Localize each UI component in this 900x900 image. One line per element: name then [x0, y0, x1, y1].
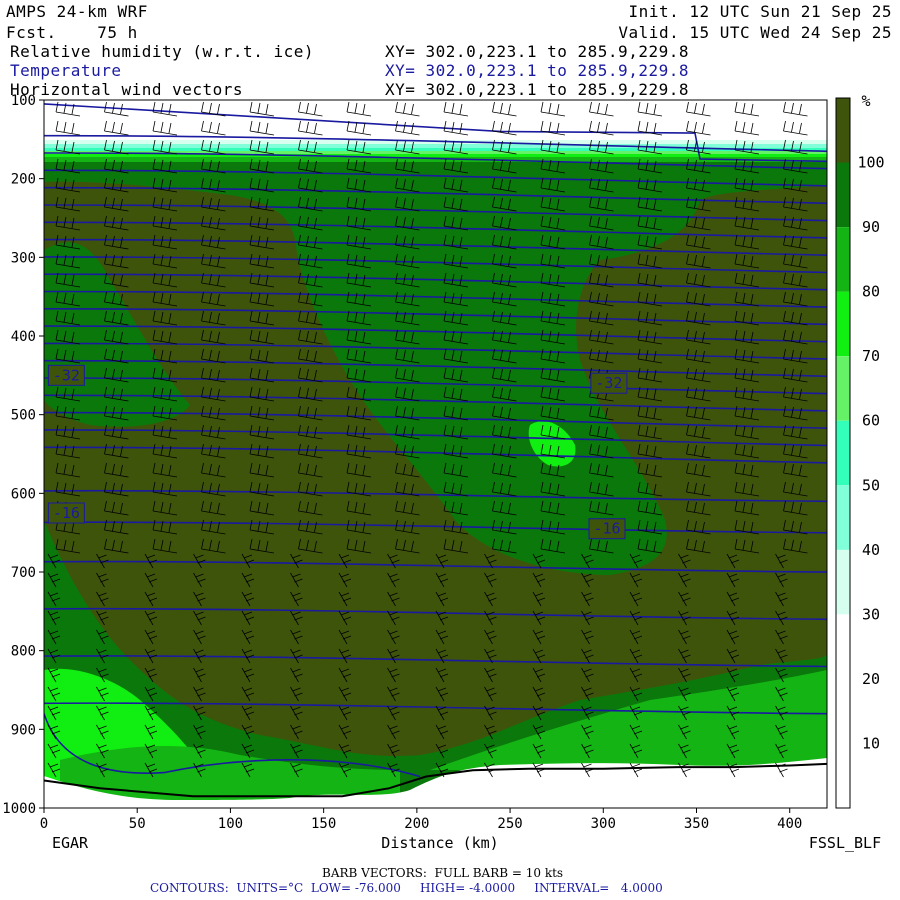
left-endpoint-label: EGAR: [52, 834, 89, 852]
colorbar-label: 80: [862, 283, 880, 301]
x-tick-label: 50: [129, 816, 146, 832]
y-tick-label: 200: [11, 172, 36, 188]
y-tick-label: 800: [11, 644, 36, 660]
humidity-region-dry-top: [44, 100, 827, 140]
contour-label: -32: [595, 374, 622, 392]
barb-vectors-note: BARB VECTORS: FULL BARB = 10 kts: [322, 866, 564, 880]
x-tick-label: 300: [591, 816, 616, 832]
colorbar-label: 20: [862, 670, 880, 688]
colorbar-label: 100: [857, 154, 884, 172]
y-tick-label: 700: [11, 565, 36, 581]
colorbar-unit: %: [861, 92, 870, 110]
x-tick-label: 250: [497, 816, 522, 832]
x-tick-label: 150: [311, 816, 336, 832]
x-tick-label: 100: [218, 816, 243, 832]
colorbar-swatch: [836, 485, 850, 550]
colorbar-swatch: [836, 291, 850, 357]
colorbar-swatch: [836, 614, 850, 679]
y-tick-label: 500: [11, 408, 36, 424]
colorbar-swatch: [836, 420, 850, 486]
colorbar-swatch: [836, 549, 850, 615]
colorbar-swatch: [836, 743, 850, 808]
y-tick-label: 600: [11, 486, 36, 502]
pressure-axis: 100 200 300 400 500 600 700 800 900 1000: [2, 93, 44, 817]
colorbar: 10 20 30 40 50 60 70 80 90 100: [835, 97, 885, 809]
y-tick-label: 900: [11, 722, 36, 738]
colorbar-label: 60: [862, 412, 880, 430]
plot-area: [44, 100, 827, 808]
humidity-band-80: [44, 154, 827, 157]
contour-label: -16: [593, 520, 620, 538]
colorbar-swatch: [836, 678, 850, 744]
colorbar-label: 50: [862, 476, 880, 494]
y-tick-label: 100: [11, 93, 36, 109]
right-endpoint-label: FSSL_BLF: [809, 834, 881, 852]
x-tick-label: 350: [684, 816, 709, 832]
y-tick-label: 300: [11, 250, 36, 266]
y-tick-label: 400: [11, 329, 36, 345]
colorbar-swatch: [836, 162, 850, 227]
colorbar-label: 90: [862, 218, 880, 236]
colorbar-swatch: [836, 227, 850, 292]
contour-label: -16: [53, 504, 80, 522]
cross-section-chart: -32 -32-16-16 100200300400500600700800900…: [2, 92, 885, 852]
colorbar-label: 30: [862, 605, 880, 623]
colorbar-label: 10: [862, 734, 880, 752]
colorbar-label: 70: [862, 347, 880, 365]
x-tick-label: 200: [404, 816, 429, 832]
x-tick-label: 400: [777, 816, 802, 832]
x-axis-label: Distance (km): [381, 834, 498, 852]
colorbar-swatch: [836, 98, 850, 163]
colorbar-swatch: [836, 356, 850, 421]
x-tick-label: 0: [40, 816, 48, 832]
contours-note: CONTOURS: UNITS=°C LOW= -76.000 HIGH= -4…: [150, 881, 663, 895]
contour-label: -32: [53, 366, 80, 384]
distance-axis: 0 50 100 150 200 250 300 350 400: [40, 808, 802, 832]
colorbar-label: 40: [862, 541, 880, 559]
y-tick-label: 1000: [2, 801, 36, 817]
